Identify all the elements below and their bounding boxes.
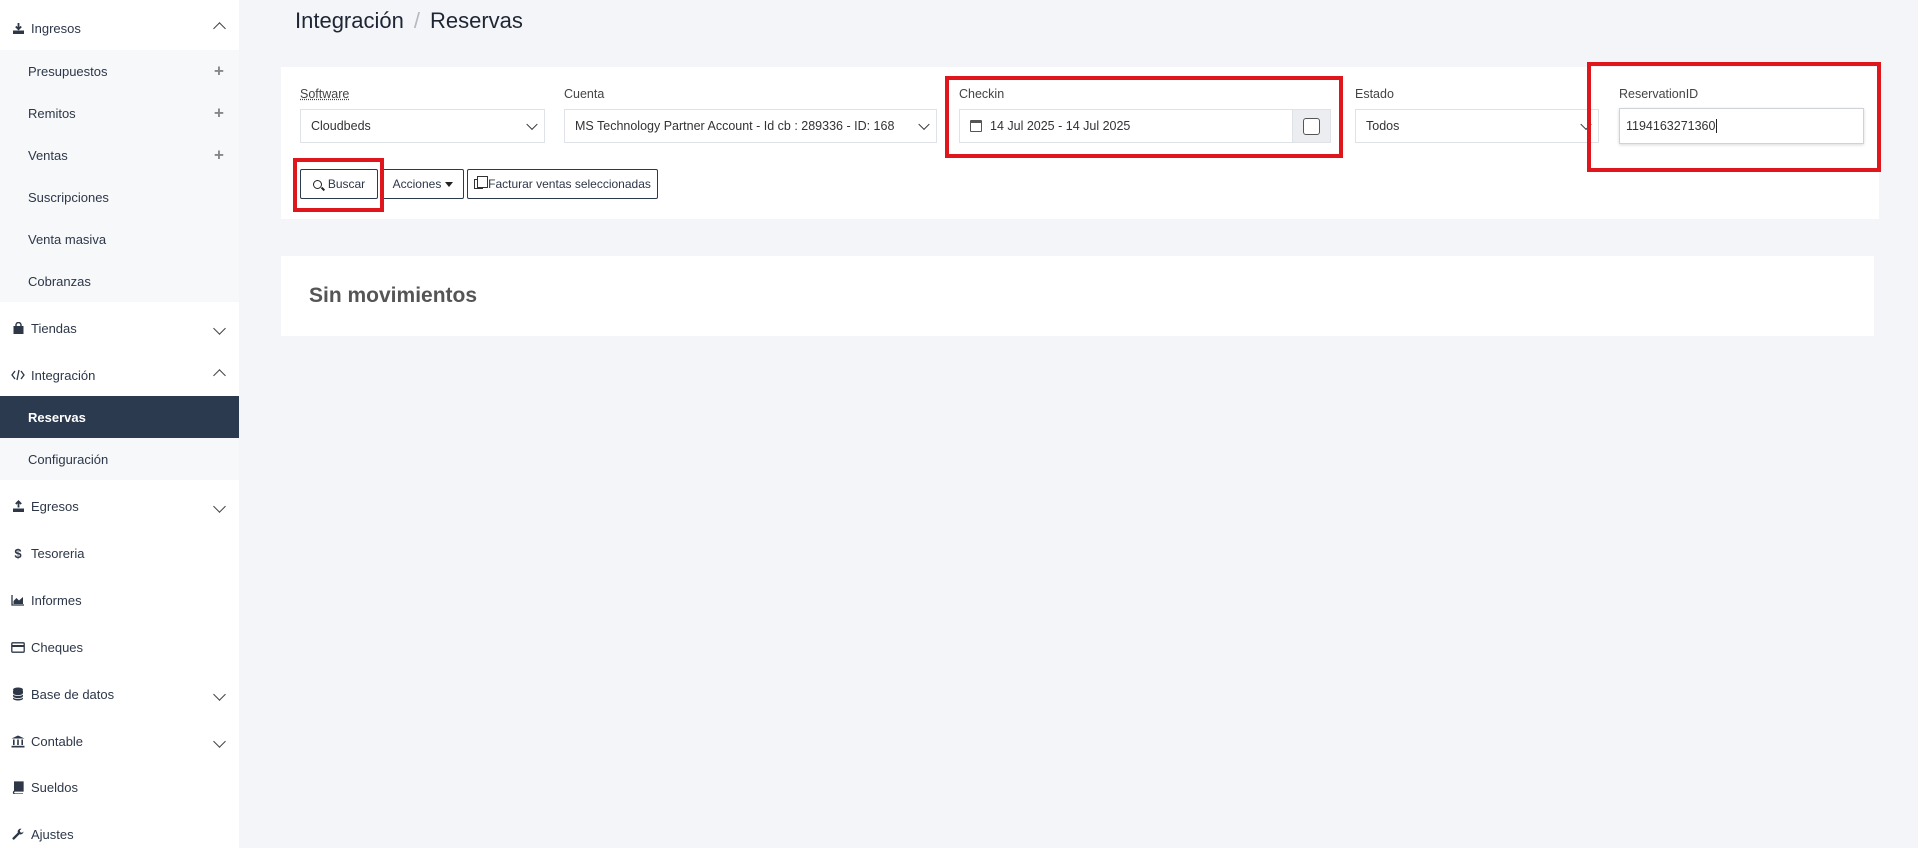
sidebar-item-ajustes[interactable]: Ajustes [0, 813, 239, 848]
chevron-down-icon[interactable] [211, 320, 227, 336]
breadcrumb: Integración / Reservas [295, 8, 523, 34]
plus-icon[interactable]: + [211, 147, 227, 164]
sidebar-item-remitos[interactable]: Remitos + [0, 92, 239, 134]
page-title: Reservas [429, 8, 523, 33]
book-icon [11, 780, 25, 794]
credit-card-icon [11, 640, 25, 654]
reservation-id-highlight-box [1587, 62, 1881, 172]
sidebar-item-suscripciones[interactable]: Suscripciones [0, 176, 239, 218]
sidebar-item-label: Reservas [28, 409, 86, 425]
sidebar-item-label: Configuración [28, 451, 109, 467]
wrench-icon [11, 827, 25, 841]
bank-icon [11, 734, 25, 748]
caret-down-icon [445, 181, 454, 187]
software-select[interactable]: Cloudbeds [300, 109, 545, 143]
sidebar-item-configuracion[interactable]: Configuración [0, 438, 239, 480]
sidebar-item-label: Base de datos [31, 686, 115, 702]
sidebar-item-reservas[interactable]: Reservas [0, 396, 239, 438]
plus-icon[interactable]: + [211, 63, 227, 80]
sidebar-item-base-de-datos[interactable]: Base de datos [0, 673, 239, 715]
chevron-up-icon[interactable] [211, 20, 227, 36]
sidebar-item-cobranzas[interactable]: Cobranzas [0, 260, 239, 302]
sidebar-item-informes[interactable]: Informes [0, 579, 239, 621]
software-select-value: Cloudbeds [311, 119, 371, 133]
sidebar-item-presupuestos[interactable]: Presupuestos + [0, 50, 239, 92]
sidebar-item-tesoreria[interactable]: $ Tesoreria [0, 532, 239, 574]
sidebar-item-label: Sueldos [31, 779, 78, 795]
sidebar-item-ventas[interactable]: Ventas + [0, 134, 239, 176]
estado-select[interactable]: Todos [1355, 109, 1599, 143]
facturar-button-label: Facturar ventas seleccionadas [488, 177, 651, 191]
chevron-down-icon[interactable] [211, 686, 227, 702]
chevron-down-icon [526, 118, 538, 131]
sidebar-item-label: Cobranzas [28, 273, 91, 289]
sidebar-item-label: Ajustes [31, 826, 74, 842]
acciones-dropdown-button[interactable]: Acciones [382, 169, 464, 199]
acciones-button-label: Acciones [392, 177, 442, 191]
sidebar-item-venta-masiva[interactable]: Venta masiva [0, 218, 239, 260]
plus-icon[interactable]: + [211, 105, 227, 122]
area-chart-icon [11, 593, 25, 607]
chevron-down-icon [918, 118, 930, 131]
cuenta-select[interactable]: MS Technology Partner Account - Id cb : … [564, 109, 937, 143]
sidebar-item-label: Tesoreria [31, 545, 85, 561]
sidebar-item-label: Venta masiva [28, 231, 107, 247]
cuenta-select-value: MS Technology Partner Account - Id cb : … [575, 119, 895, 133]
sidebar-item-label: Integración [31, 367, 96, 383]
code-icon [11, 368, 25, 382]
database-icon [11, 687, 25, 701]
breadcrumb-parent[interactable]: Integración [295, 8, 404, 34]
checkin-highlight-box [945, 76, 1343, 158]
results-panel: Sin movimientos [281, 256, 1874, 336]
sidebar-item-label: Ingresos [31, 20, 81, 36]
sidebar: Ingresos Presupuestos + Remitos + Ventas… [0, 0, 239, 848]
sidebar-item-label: Ventas [28, 147, 68, 163]
chevron-down-icon[interactable] [211, 498, 227, 514]
sidebar-item-label: Remitos [28, 105, 76, 121]
sidebar-item-sueldos[interactable]: Sueldos [0, 766, 239, 808]
sidebar-item-ingresos[interactable]: Ingresos [0, 7, 239, 49]
sidebar-item-cheques[interactable]: Cheques [0, 626, 239, 668]
download-tray-icon [11, 21, 25, 35]
cuenta-label: Cuenta [564, 87, 605, 101]
buscar-highlight-box [293, 158, 384, 212]
sidebar-item-label: Informes [31, 592, 82, 608]
sidebar-item-contable[interactable]: Contable [0, 720, 239, 762]
estado-select-value: Todos [1366, 119, 1400, 133]
dollar-icon: $ [14, 545, 22, 561]
sidebar-item-label: Presupuestos [28, 63, 108, 79]
software-label: Software [300, 87, 350, 101]
empty-state-title: Sin movimientos [309, 284, 478, 307]
shopping-bag-icon [11, 321, 25, 335]
estado-label: Estado [1355, 87, 1394, 101]
chevron-down-icon[interactable] [211, 733, 227, 749]
sidebar-item-label: Suscripciones [28, 189, 109, 205]
sidebar-item-tiendas[interactable]: Tiendas [0, 307, 239, 349]
sidebar-item-label: Egresos [31, 498, 79, 514]
sidebar-item-label: Contable [31, 733, 84, 749]
upload-tray-icon [11, 499, 25, 513]
breadcrumb-separator: / [413, 8, 420, 33]
sidebar-item-label: Cheques [31, 639, 84, 655]
sidebar-item-egresos[interactable]: Egresos [0, 485, 239, 527]
chevron-up-icon[interactable] [211, 367, 227, 383]
copy-icon [474, 176, 489, 189]
sidebar-item-integracion[interactable]: Integración [0, 354, 239, 396]
facturar-ventas-button[interactable]: Facturar ventas seleccionadas [467, 169, 658, 199]
sidebar-item-label: Tiendas [31, 320, 77, 336]
